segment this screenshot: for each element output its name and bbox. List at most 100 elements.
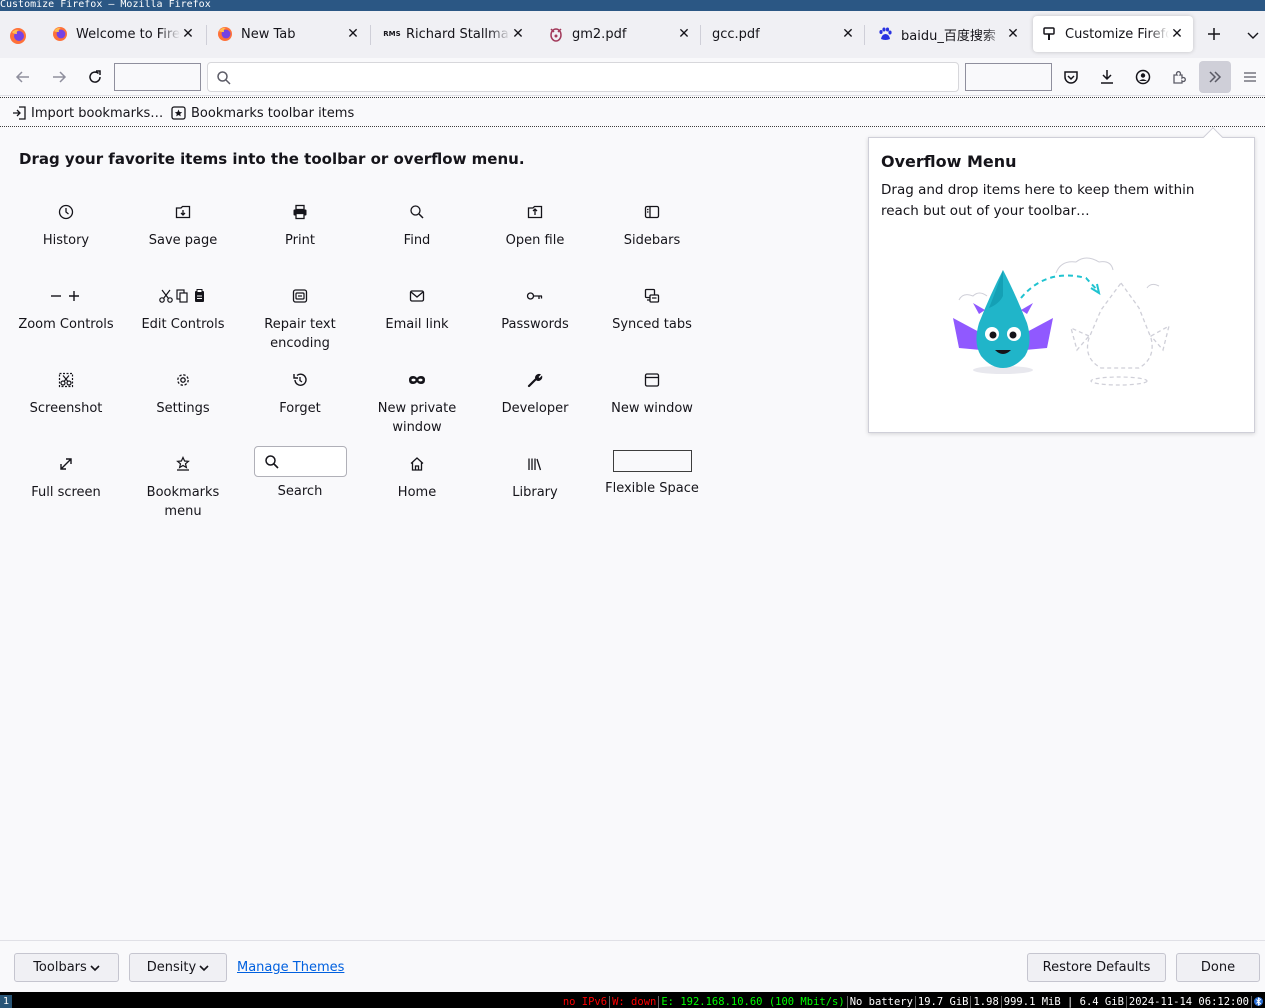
library-icon — [528, 458, 542, 471]
tab-welcome[interactable]: Welcome to Firefox ✕ — [44, 16, 204, 52]
item-label: Email link — [385, 317, 449, 332]
chevron-down-icon[interactable] — [1244, 26, 1262, 44]
close-icon[interactable]: ✕ — [510, 26, 526, 42]
load-status: 1.98 — [971, 996, 1002, 1008]
cut-copy-paste-icon — [159, 289, 204, 303]
close-icon[interactable]: ✕ — [1169, 26, 1185, 42]
palette-item-screenshot[interactable]: Screenshot — [11, 371, 121, 418]
tab-richard-stallman[interactable]: RMS Richard Stallman ✕ — [374, 16, 534, 52]
tab-customize-firefox[interactable]: Customize Firefox ✕ — [1033, 16, 1193, 52]
new-tab-button[interactable] — [1202, 24, 1226, 48]
forward-arrow-icon — [53, 71, 67, 83]
palette-item-zoom-controls[interactable]: Zoom Controls — [11, 287, 121, 334]
mask-icon — [409, 376, 425, 384]
window-title: Customize Firefox — Mozilla Firefox — [0, 0, 211, 10]
fullscreen-icon — [60, 458, 72, 470]
tab-baidu[interactable]: baidu_百度搜索 ✕ — [869, 16, 1029, 52]
forward-button[interactable] — [47, 65, 71, 89]
customize-footer: Toolbars Density Manage Themes Restore D… — [0, 940, 1265, 992]
memory-status: 999.1 MiB | 6.4 GiB — [1002, 996, 1127, 1008]
overflow-menu-button[interactable] — [1199, 61, 1231, 93]
pocket-icon — [1064, 71, 1078, 84]
done-button[interactable]: Done — [1176, 953, 1260, 982]
palette-item-print[interactable]: Print — [245, 203, 355, 250]
toolbars-button[interactable]: Toolbars — [14, 953, 119, 982]
tab-label: baidu_百度搜索 — [901, 28, 996, 44]
palette-item-search[interactable]: Search — [245, 446, 355, 501]
item-label: Home — [397, 485, 437, 500]
account-button[interactable] — [1131, 65, 1155, 89]
key-icon — [526, 292, 543, 300]
close-icon[interactable]: ✕ — [676, 26, 692, 42]
palette-item-save-page[interactable]: Save page — [128, 203, 238, 250]
flexible-space[interactable] — [114, 63, 201, 91]
palette-item-new-window[interactable]: New window — [597, 371, 707, 418]
palette-item-find[interactable]: Find — [362, 203, 472, 250]
item-label: Edit Controls — [141, 317, 225, 332]
account-icon — [1135, 69, 1151, 85]
palette-item-open-file[interactable]: Open file — [480, 203, 590, 250]
envelope-icon — [409, 290, 425, 302]
url-bar[interactable] — [207, 62, 959, 92]
forget-icon — [293, 373, 307, 386]
palette-item-library[interactable]: Library — [480, 455, 590, 502]
palette-item-passwords[interactable]: Passwords — [480, 287, 590, 334]
item-label: Bookmarks menu — [146, 485, 220, 519]
close-icon[interactable]: ✕ — [840, 26, 856, 42]
firefox-view-icon[interactable] — [9, 27, 27, 45]
import-bookmarks-button[interactable]: Import bookmarks… — [12, 104, 163, 122]
restore-defaults-button[interactable]: Restore Defaults — [1027, 953, 1166, 982]
panel-arrow — [1203, 127, 1223, 147]
palette-item-developer[interactable]: Developer — [480, 371, 590, 418]
close-icon[interactable]: ✕ — [345, 26, 361, 42]
ethernet-status: E: 192.168.10.60 (100 Mbit/s) — [659, 996, 848, 1008]
palette-item-flexible-space[interactable]: Flexible Space — [597, 446, 707, 498]
import-bookmarks-label: Import bookmarks… — [31, 105, 164, 121]
palette-item-new-private-window[interactable]: New private window — [362, 371, 472, 437]
bookmarks-toolbar-items-label: Bookmarks toolbar items — [191, 105, 355, 121]
palette-item-bookmarks-menu[interactable]: Bookmarks menu — [128, 455, 238, 521]
bluetooth-icon[interactable] — [1252, 996, 1265, 1008]
palette-item-email-link[interactable]: Email link — [362, 287, 472, 334]
close-icon[interactable]: ✕ — [180, 26, 196, 42]
flexible-space[interactable] — [965, 63, 1052, 91]
tab-gm2-pdf[interactable]: gm2.pdf ✕ — [540, 16, 700, 52]
palette-item-sidebars[interactable]: Sidebars — [597, 203, 707, 250]
datetime-status: 2024-11-14 06:12:00 — [1127, 996, 1252, 1008]
screenshot-icon — [58, 372, 74, 388]
palette-item-synced-tabs[interactable]: Synced tabs — [597, 287, 707, 334]
bookmark-star-icon — [171, 106, 186, 120]
palette-item-edit-controls[interactable]: Edit Controls — [128, 287, 238, 334]
app-menu-button[interactable] — [1238, 65, 1262, 89]
baidu-paw-icon — [877, 26, 893, 42]
manage-themes-link[interactable]: Manage Themes — [237, 960, 344, 975]
item-label: Synced tabs — [612, 317, 692, 332]
palette-item-history[interactable]: History — [11, 203, 121, 250]
clock-icon — [58, 204, 74, 220]
palette-item-settings[interactable]: Settings — [128, 371, 238, 418]
palette-item-repair-text-encoding[interactable]: Repair text encoding — [245, 287, 355, 353]
downloads-button[interactable] — [1095, 65, 1119, 89]
reload-button[interactable] — [83, 65, 107, 89]
tab-gcc-pdf[interactable]: gcc.pdf ✕ — [704, 16, 864, 52]
palette-item-forget[interactable]: Forget — [245, 371, 355, 418]
pocket-button[interactable] — [1059, 65, 1083, 89]
item-label: Print — [285, 233, 315, 248]
flexible-space-widget — [612, 450, 692, 472]
tab-new-tab[interactable]: New Tab ✕ — [209, 16, 369, 52]
close-icon[interactable]: ✕ — [1005, 26, 1021, 42]
palette-item-full-screen[interactable]: Full screen — [11, 455, 121, 502]
density-button[interactable]: Density — [129, 953, 227, 982]
item-label: Screenshot — [29, 401, 103, 416]
search-widget[interactable] — [253, 446, 347, 477]
window-titlebar: Customize Firefox — Mozilla Firefox — [0, 0, 1265, 11]
gnu-icon — [548, 26, 564, 42]
back-button[interactable] — [11, 65, 35, 89]
item-label: New private window — [377, 401, 457, 435]
wrench-icon — [527, 373, 543, 388]
palette-item-home[interactable]: Home — [362, 455, 472, 502]
extensions-button[interactable] — [1167, 65, 1191, 89]
workspace-button[interactable]: 1 — [0, 995, 12, 1008]
bookmarks-toolbar-items[interactable]: Bookmarks toolbar items — [171, 104, 354, 122]
synced-tabs-icon — [644, 288, 660, 303]
